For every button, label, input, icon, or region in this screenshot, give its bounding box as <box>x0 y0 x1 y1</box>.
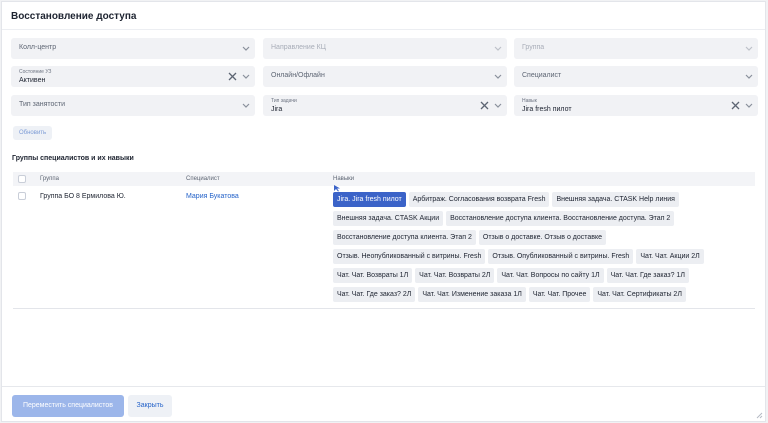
skill-chip: Чат. Чат. Возвраты 1Л <box>333 268 413 283</box>
skill-chip-row: Восстановление доступа клиента. Этап 2 От… <box>333 230 723 245</box>
skill-chip: Отзыв. Неопубликованный с витрины. Fresh <box>333 249 486 264</box>
select-all-checkbox[interactable] <box>18 175 26 183</box>
dialog-title: Восстановление доступа <box>11 11 137 22</box>
call-center-select[interactable]: Колл-центр <box>11 38 255 59</box>
specialist-link[interactable]: Мария Букатова <box>186 193 239 200</box>
skill-chip-row: Чат. Чат. Возвраты 1Л Чат. Чат. Возвраты … <box>333 268 723 283</box>
chevron-down-icon <box>494 74 502 79</box>
row-checkbox[interactable] <box>18 192 26 200</box>
divider <box>2 29 765 30</box>
skills-value: Jira fresh пилот <box>522 106 572 113</box>
chevron-down-icon <box>494 103 502 108</box>
move-specialists-button[interactable]: Переместить специалистов <box>12 395 124 417</box>
skill-chip-row: Чат. Чат. Где заказ? 2Л Чат. Чат. Изменен… <box>333 287 723 302</box>
skill-chip-row: Внешняя задача. CTASK Акции Восстановлени… <box>333 211 723 226</box>
group-placeholder: Группа <box>522 44 545 51</box>
account-state-label: Состояние УЗ <box>19 69 52 75</box>
skill-chip: Чат. Чат. Возвраты 2Л <box>415 268 495 283</box>
chevron-down-icon <box>745 74 753 79</box>
column-header-skills: Навыки <box>333 176 355 182</box>
skill-chip: Отзыв. Опубликованный с витрины. Fresh <box>488 249 634 264</box>
skills-label: Навык <box>522 98 537 104</box>
clear-icon[interactable] <box>228 72 237 81</box>
account-state-value: Активен <box>19 77 46 84</box>
skill-chip-row: Jira. Jira fresh пилот Арбитраж. Согласов… <box>333 192 723 207</box>
skill-chip: Jira. Jira fresh пилот <box>333 192 406 207</box>
chevron-down-icon <box>242 103 250 108</box>
skill-chip: Восстановление доступа клиента. Восстано… <box>446 211 675 226</box>
access-restore-dialog: Восстановление доступа Колл-центр Направ… <box>1 1 766 422</box>
skill-chip: Восстановление доступа клиента. Этап 2 <box>333 230 476 245</box>
direction-select: Направление КЦ <box>263 38 507 59</box>
specialist-placeholder: Специалист <box>522 72 562 79</box>
call-center-placeholder: Колл-центр <box>19 44 57 51</box>
skill-chip: Чат. Чат. Изменение заказа 1Л <box>418 287 526 302</box>
group-select: Группа <box>514 38 758 59</box>
cursor-icon <box>334 185 340 192</box>
refresh-button[interactable]: Обновить <box>13 126 53 140</box>
skill-chip: Чат. Чат. Сертификаты 2Л <box>593 287 686 302</box>
group-cell: Группа БО 8 Ермилова Ю. <box>40 193 126 200</box>
column-header-group: Группа <box>40 176 60 182</box>
task-type-select[interactable]: Тип задачи Jira <box>263 95 507 116</box>
divider <box>13 308 755 309</box>
specialist-select[interactable]: Специалист <box>514 66 758 87</box>
skill-chip: Арбитраж. Согласования возврата Fresh <box>408 192 550 207</box>
chevron-down-icon <box>242 46 250 51</box>
task-type-value: Jira <box>271 106 283 113</box>
clear-icon[interactable] <box>480 101 489 110</box>
skill-chip: Чат. Чат. Где заказ? 1Л <box>606 268 689 283</box>
chevron-down-icon <box>242 74 250 79</box>
employment-type-placeholder: Тип занятости <box>19 101 66 108</box>
skill-chip: Чат. Чат. Акции 2Л <box>636 249 704 264</box>
skill-chip: Чат. Чат. Прочее <box>528 287 591 302</box>
skills-select[interactable]: Навык Jira fresh пилот <box>514 95 758 116</box>
chevron-down-icon <box>745 46 753 51</box>
clear-icon[interactable] <box>731 101 740 110</box>
skill-chip: Чат. Чат. Вопросы по сайту 1Л <box>497 268 604 283</box>
direction-placeholder: Направление КЦ <box>271 44 326 51</box>
table-header: Группа Специалист Навыки <box>13 172 755 186</box>
skill-chip: Внешняя задача. CTASK Help линия <box>552 192 679 207</box>
skill-chip: Чат. Чат. Где заказ? 2Л <box>333 287 416 302</box>
skill-chip: Внешняя задача. CTASK Акции <box>333 211 444 226</box>
resize-handle-icon[interactable] <box>755 411 763 419</box>
skill-chip-row: Отзыв. Неопубликованный с витрины. Fresh… <box>333 249 723 264</box>
online-offline-placeholder: Онлайн/Офлайн <box>271 72 325 79</box>
employment-type-select[interactable]: Тип занятости <box>11 95 255 116</box>
close-button[interactable]: Закрыть <box>128 395 172 417</box>
online-offline-select[interactable]: Онлайн/Офлайн <box>263 66 507 87</box>
chevron-down-icon <box>745 103 753 108</box>
section-title: Группы специалистов и их навыки <box>12 155 134 162</box>
task-type-label: Тип задачи <box>271 98 297 104</box>
column-header-specialist: Специалист <box>186 176 220 182</box>
skill-chip: Отзыв о доставке. Отзыв о доставке <box>478 230 607 245</box>
skills-list: Jira. Jira fresh пилот Арбитраж. Согласов… <box>333 192 723 306</box>
divider <box>2 386 765 387</box>
chevron-down-icon <box>494 46 502 51</box>
account-state-select[interactable]: Состояние УЗ Активен <box>11 66 255 87</box>
